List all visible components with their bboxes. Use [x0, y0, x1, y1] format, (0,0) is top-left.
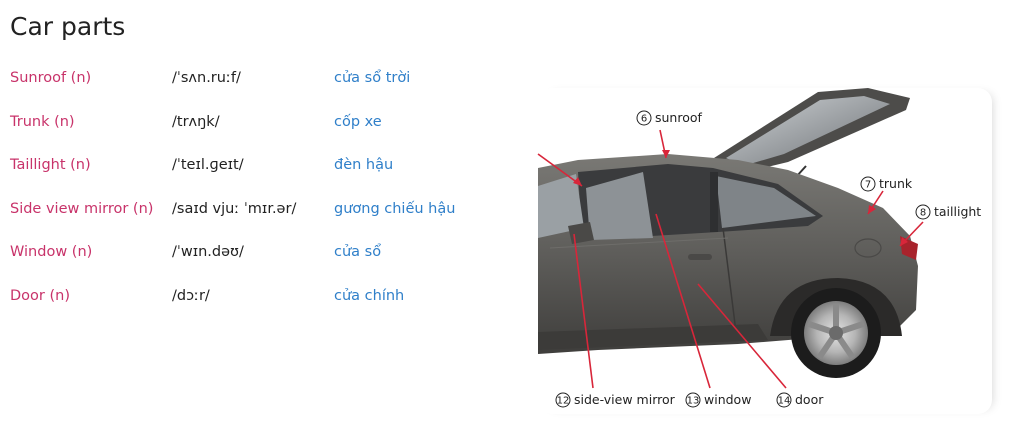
label-text: trunk [879, 176, 913, 191]
vocab-ipa: /dɔːr/ [172, 288, 210, 304]
vocab-ipa: /saɪd vjuː ˈmɪr.ər/ [172, 201, 297, 217]
label-number: 6 [641, 114, 647, 125]
label-number: 14 [778, 396, 791, 407]
vocab-row-side-view-mirror: Side view mirror (n) /saɪd vjuː ˈmɪr.ər/… [10, 201, 490, 223]
vocab-term: Trunk (n) [10, 114, 75, 130]
label-sunroof: 6 sunroof [636, 110, 703, 126]
label-number: 7 [865, 180, 871, 191]
vocab-ipa: /ˈteɪl.ɡeɪt/ [172, 157, 244, 173]
label-number: 8 [920, 208, 926, 219]
vocab-meaning: cốp xe [334, 114, 382, 130]
label-number: 12 [557, 396, 570, 407]
vocab-row-taillight: Taillight (n) /ˈteɪl.ɡeɪt/ đèn hậu [10, 157, 490, 179]
vocab-ipa: /ˈsʌn.ruːf/ [172, 70, 241, 86]
page-title: Car parts [10, 12, 126, 41]
vocab-term: Door (n) [10, 288, 70, 304]
label-text: window [704, 392, 751, 407]
label-window: 13 window [685, 392, 751, 408]
vocab-term: Side view mirror (n) [10, 201, 154, 217]
label-trunk: 7 trunk [860, 176, 913, 192]
vocab-meaning: cửa sổ trời [334, 70, 411, 86]
vocab-meaning: đèn hậu [334, 157, 394, 173]
vocab-row-sunroof: Sunroof (n) /ˈsʌn.ruːf/ cửa sổ trời [10, 70, 490, 92]
label-text: sunroof [655, 110, 703, 125]
label-number: 13 [687, 396, 700, 407]
vocab-term: Sunroof (n) [10, 70, 92, 86]
vocab-ipa: /trʌŋk/ [172, 114, 220, 130]
label-text: taillight [934, 204, 981, 219]
label-text: side-view mirror [574, 392, 676, 407]
vocab-row-window: Window (n) /ˈwɪn.dəʊ/ cửa sổ [10, 244, 490, 266]
vocab-row-door: Door (n) /dɔːr/ cửa chính [10, 288, 490, 310]
vocab-meaning: cửa chính [334, 288, 405, 304]
vocab-meaning: cửa sổ [334, 244, 382, 260]
car-diagram: 6 sunroof 7 trunk 8 taillight 12 side-vi… [537, 88, 992, 414]
vocab-ipa: /ˈwɪn.dəʊ/ [172, 244, 244, 260]
vocab-meaning: gương chiếu hậu [334, 201, 456, 217]
label-text: door [795, 392, 824, 407]
vocab-term: Window (n) [10, 244, 93, 260]
label-side-view-mirror: 12 side-view mirror [555, 392, 676, 408]
vocab-term: Taillight (n) [10, 157, 91, 173]
vocab-row-trunk: Trunk (n) /trʌŋk/ cốp xe [10, 114, 490, 136]
label-door: 14 door [776, 392, 824, 408]
car-illustration: 6 sunroof 7 trunk 8 taillight 12 side-vi… [537, 88, 981, 408]
label-taillight: 8 taillight [915, 204, 981, 220]
